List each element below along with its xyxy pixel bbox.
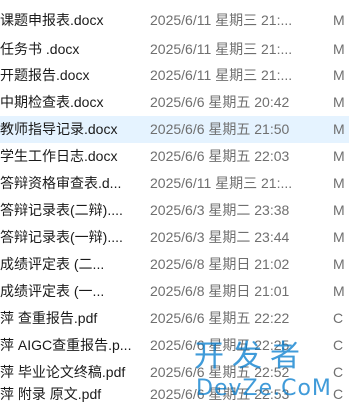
file-name: 成绩评定表 (二...	[0, 256, 105, 272]
file-row[interactable]: 任务书 .docx 2025/6/11 星期三 21:... M	[0, 36, 349, 63]
file-name: 萍 附录 原文.pdf	[0, 386, 102, 402]
file-name: 萍 查重报告.pdf	[0, 310, 98, 326]
file-row[interactable]: 课题申报表.docx 2025/6/11 星期三 21:... M	[0, 7, 349, 34]
file-type: M	[333, 67, 345, 83]
file-type: M	[333, 283, 345, 299]
file-name: 答辩资格审查表.d...	[0, 175, 122, 191]
file-modified-date: 2025/6/11 星期三 21:...	[150, 41, 293, 57]
file-type: M	[333, 94, 345, 110]
file-type: M	[333, 229, 345, 245]
file-row[interactable]: 答辩记录表(二辩).... 2025/6/3 星期二 23:38 M	[0, 197, 349, 224]
file-modified-date: 2025/6/11 星期三 21:...	[150, 175, 293, 191]
file-row-selected[interactable]: 教师指导记录.docx 2025/6/6 星期五 21:50 M	[0, 116, 349, 143]
file-modified-date: 2025/6/6 星期五 21:50	[150, 121, 290, 137]
file-row[interactable]: 答辩记录表(一辩).... 2025/6/3 星期二 23:44 M	[0, 224, 349, 251]
file-type: C	[333, 337, 344, 353]
file-modified-date: 2025/6/11 星期三 21:...	[150, 67, 293, 83]
file-modified-date: 2025/6/6 星期五 22:25	[150, 337, 290, 353]
file-row[interactable]: 答辩资格审查表.d... 2025/6/11 星期三 21:... M	[0, 170, 349, 197]
file-list: 课题申报表.docx 2025/6/11 星期三 21:... M 任务书 .d…	[0, 0, 349, 408]
file-row[interactable]: 中期检查表.docx 2025/6/6 星期五 20:42 M	[0, 89, 349, 116]
file-modified-date: 2025/6/6 星期五 22:53	[150, 386, 290, 402]
file-type: M	[333, 41, 345, 57]
file-row[interactable]: 萍 AIGC查重报告.p... 2025/6/6 星期五 22:25 C	[0, 332, 349, 359]
file-name: 学生工作日志.docx	[0, 148, 118, 164]
file-type: C	[333, 310, 344, 326]
file-name: 任务书 .docx	[0, 41, 80, 57]
file-name: 教师指导记录.docx	[0, 121, 118, 137]
file-type: M	[333, 121, 345, 137]
file-name: 萍 AIGC查重报告.p...	[0, 337, 132, 353]
file-modified-date: 2025/6/6 星期五 22:22	[150, 310, 290, 326]
file-type: M	[333, 12, 345, 28]
file-type: M	[333, 175, 345, 191]
file-name: 答辩记录表(二辩)....	[0, 202, 123, 218]
file-type: M	[333, 202, 345, 218]
file-row[interactable]: 萍 附录 原文.pdf 2025/6/6 星期五 22:53 C	[0, 381, 349, 408]
file-type: M	[333, 148, 345, 164]
file-row[interactable]: 成绩评定表 (二... 2025/6/8 星期日 21:02 M	[0, 251, 349, 278]
file-row[interactable]: 学生工作日志.docx 2025/6/6 星期五 22:03 M	[0, 143, 349, 170]
file-name: 成绩评定表 (一...	[0, 283, 105, 299]
file-row[interactable]: 成绩评定表 (一... 2025/6/8 星期日 21:01 M	[0, 278, 349, 305]
file-modified-date: 2025/6/3 星期二 23:44	[150, 229, 290, 245]
file-name: 课题申报表.docx	[0, 12, 104, 28]
file-modified-date: 2025/6/8 星期日 21:01	[150, 283, 290, 299]
file-name: 开题报告.docx	[0, 67, 90, 83]
file-name: 中期检查表.docx	[0, 94, 104, 110]
file-row[interactable]: 开题报告.docx 2025/6/11 星期三 21:... M	[0, 62, 349, 89]
file-type: C	[333, 386, 344, 402]
file-row[interactable]: 萍 查重报告.pdf 2025/6/6 星期五 22:22 C	[0, 305, 349, 332]
file-modified-date: 2025/6/11 星期三 21:...	[150, 12, 293, 28]
file-modified-date: 2025/6/6 星期五 22:03	[150, 148, 290, 164]
file-modified-date: 2025/6/8 星期日 21:02	[150, 256, 290, 272]
file-modified-date: 2025/6/3 星期二 23:38	[150, 202, 290, 218]
file-type: M	[333, 256, 345, 272]
file-name: 答辩记录表(一辩)....	[0, 229, 123, 245]
file-modified-date: 2025/6/6 星期五 20:42	[150, 94, 290, 110]
